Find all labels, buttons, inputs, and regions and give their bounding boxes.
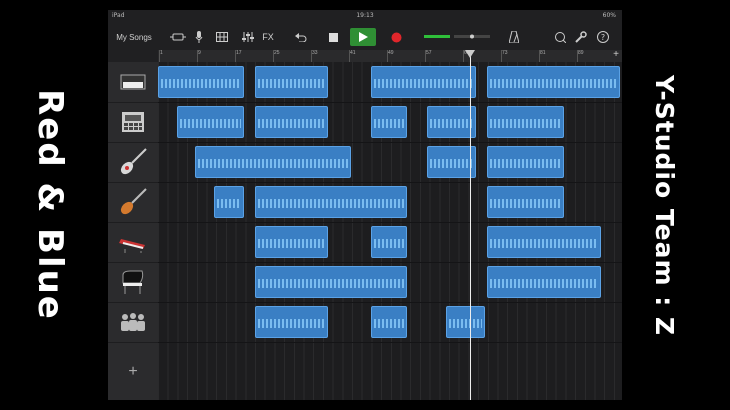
grand-piano-icon bbox=[122, 270, 144, 294]
track-lanes[interactable] bbox=[158, 62, 622, 400]
metronome-icon[interactable] bbox=[506, 22, 522, 52]
electric-guitar-icon bbox=[120, 148, 147, 175]
ruler-mark: 49 bbox=[387, 50, 394, 62]
ruler-mark: 89 bbox=[577, 50, 584, 62]
audio-region[interactable] bbox=[213, 186, 245, 218]
keyboard-icon bbox=[120, 74, 146, 90]
audio-region[interactable] bbox=[255, 66, 328, 98]
playhead[interactable] bbox=[470, 50, 471, 400]
toolbar: My Songs FX ? bbox=[108, 22, 622, 52]
fx-button[interactable]: FX bbox=[260, 22, 276, 52]
synth-keyboard-icon bbox=[119, 239, 145, 253]
ruler-mark: 17 bbox=[235, 50, 242, 62]
audio-region[interactable] bbox=[487, 186, 565, 218]
playhead-handle[interactable] bbox=[465, 50, 475, 58]
mixer-icon[interactable] bbox=[240, 22, 256, 52]
audio-region[interactable] bbox=[195, 146, 351, 178]
audio-region[interactable] bbox=[427, 106, 477, 138]
undo-icon[interactable] bbox=[294, 22, 308, 52]
audio-region[interactable] bbox=[487, 146, 565, 178]
audio-region[interactable] bbox=[487, 266, 602, 298]
audio-region[interactable] bbox=[487, 226, 602, 258]
track-header-drums[interactable] bbox=[108, 102, 158, 143]
ruler-mark: 9 bbox=[197, 50, 201, 62]
play-icon[interactable] bbox=[350, 28, 376, 46]
audio-region[interactable] bbox=[255, 226, 328, 258]
ruler-mark: 57 bbox=[425, 50, 432, 62]
play-button[interactable] bbox=[348, 22, 378, 52]
audio-region[interactable] bbox=[371, 66, 477, 98]
audio-region[interactable] bbox=[371, 226, 407, 258]
track-header-synth[interactable] bbox=[108, 222, 158, 263]
help-icon[interactable]: ? bbox=[596, 22, 610, 52]
add-section-button[interactable]: + bbox=[613, 49, 619, 60]
audio-region[interactable] bbox=[158, 66, 245, 98]
loop-icon[interactable] bbox=[553, 22, 567, 52]
ruler-mark: 73 bbox=[501, 50, 508, 62]
track-lane[interactable] bbox=[158, 102, 622, 143]
stop-icon[interactable] bbox=[326, 22, 340, 52]
track-lane[interactable] bbox=[158, 262, 622, 303]
track-lane[interactable] bbox=[158, 142, 622, 183]
settings-icon[interactable] bbox=[574, 22, 588, 52]
track-header-keyboard[interactable] bbox=[108, 62, 158, 103]
track-header-piano[interactable] bbox=[108, 262, 158, 303]
grid-icon[interactable] bbox=[214, 22, 230, 52]
audio-region[interactable] bbox=[427, 146, 477, 178]
track-lane[interactable] bbox=[158, 302, 622, 343]
volume-meter-icon[interactable] bbox=[422, 22, 492, 52]
audio-region[interactable] bbox=[255, 186, 407, 218]
audio-region[interactable] bbox=[371, 306, 407, 338]
track-lane[interactable] bbox=[158, 182, 622, 223]
record-icon[interactable] bbox=[388, 22, 404, 52]
microphone-icon[interactable] bbox=[192, 22, 206, 52]
ruler-mark: 41 bbox=[349, 50, 356, 62]
drum-machine-icon bbox=[122, 112, 144, 132]
audio-region[interactable] bbox=[445, 306, 486, 338]
audio-region[interactable] bbox=[255, 266, 407, 298]
audio-region[interactable] bbox=[255, 306, 328, 338]
bass-guitar-icon bbox=[120, 188, 147, 215]
ruler-mark: 33 bbox=[311, 50, 318, 62]
view-toggle-icon[interactable] bbox=[168, 22, 188, 52]
audio-region[interactable] bbox=[487, 106, 565, 138]
track-lane[interactable] bbox=[158, 62, 622, 103]
track-header-guitar[interactable] bbox=[108, 142, 158, 183]
status-time: 19:13 bbox=[356, 12, 374, 19]
choir-icon bbox=[121, 313, 145, 331]
status-bar: iPad 19:13 60% bbox=[108, 10, 622, 22]
audio-region[interactable] bbox=[176, 106, 245, 138]
track-header-choir[interactable] bbox=[108, 302, 158, 343]
track-header-bass[interactable] bbox=[108, 182, 158, 223]
my-songs-button[interactable]: My Songs bbox=[112, 22, 156, 52]
right-overlay-title: Y-Studio Team : Z bbox=[650, 74, 680, 336]
left-overlay-title: Red & Blue bbox=[30, 89, 70, 321]
svg-text:?: ? bbox=[601, 33, 605, 42]
garageband-window: iPad 19:13 60% My Songs FX ? 1 9 17 25 3… bbox=[108, 10, 622, 400]
audio-region[interactable] bbox=[487, 66, 620, 98]
add-track-button[interactable]: + bbox=[108, 352, 158, 392]
ruler-mark: 25 bbox=[273, 50, 280, 62]
ruler-mark: 1 bbox=[159, 50, 163, 62]
audio-region[interactable] bbox=[255, 106, 328, 138]
ruler-mark: 81 bbox=[539, 50, 546, 62]
battery-level: 60% bbox=[602, 12, 616, 19]
track-lane[interactable] bbox=[158, 222, 622, 263]
track-headers: + bbox=[108, 62, 158, 400]
audio-region[interactable] bbox=[371, 106, 407, 138]
